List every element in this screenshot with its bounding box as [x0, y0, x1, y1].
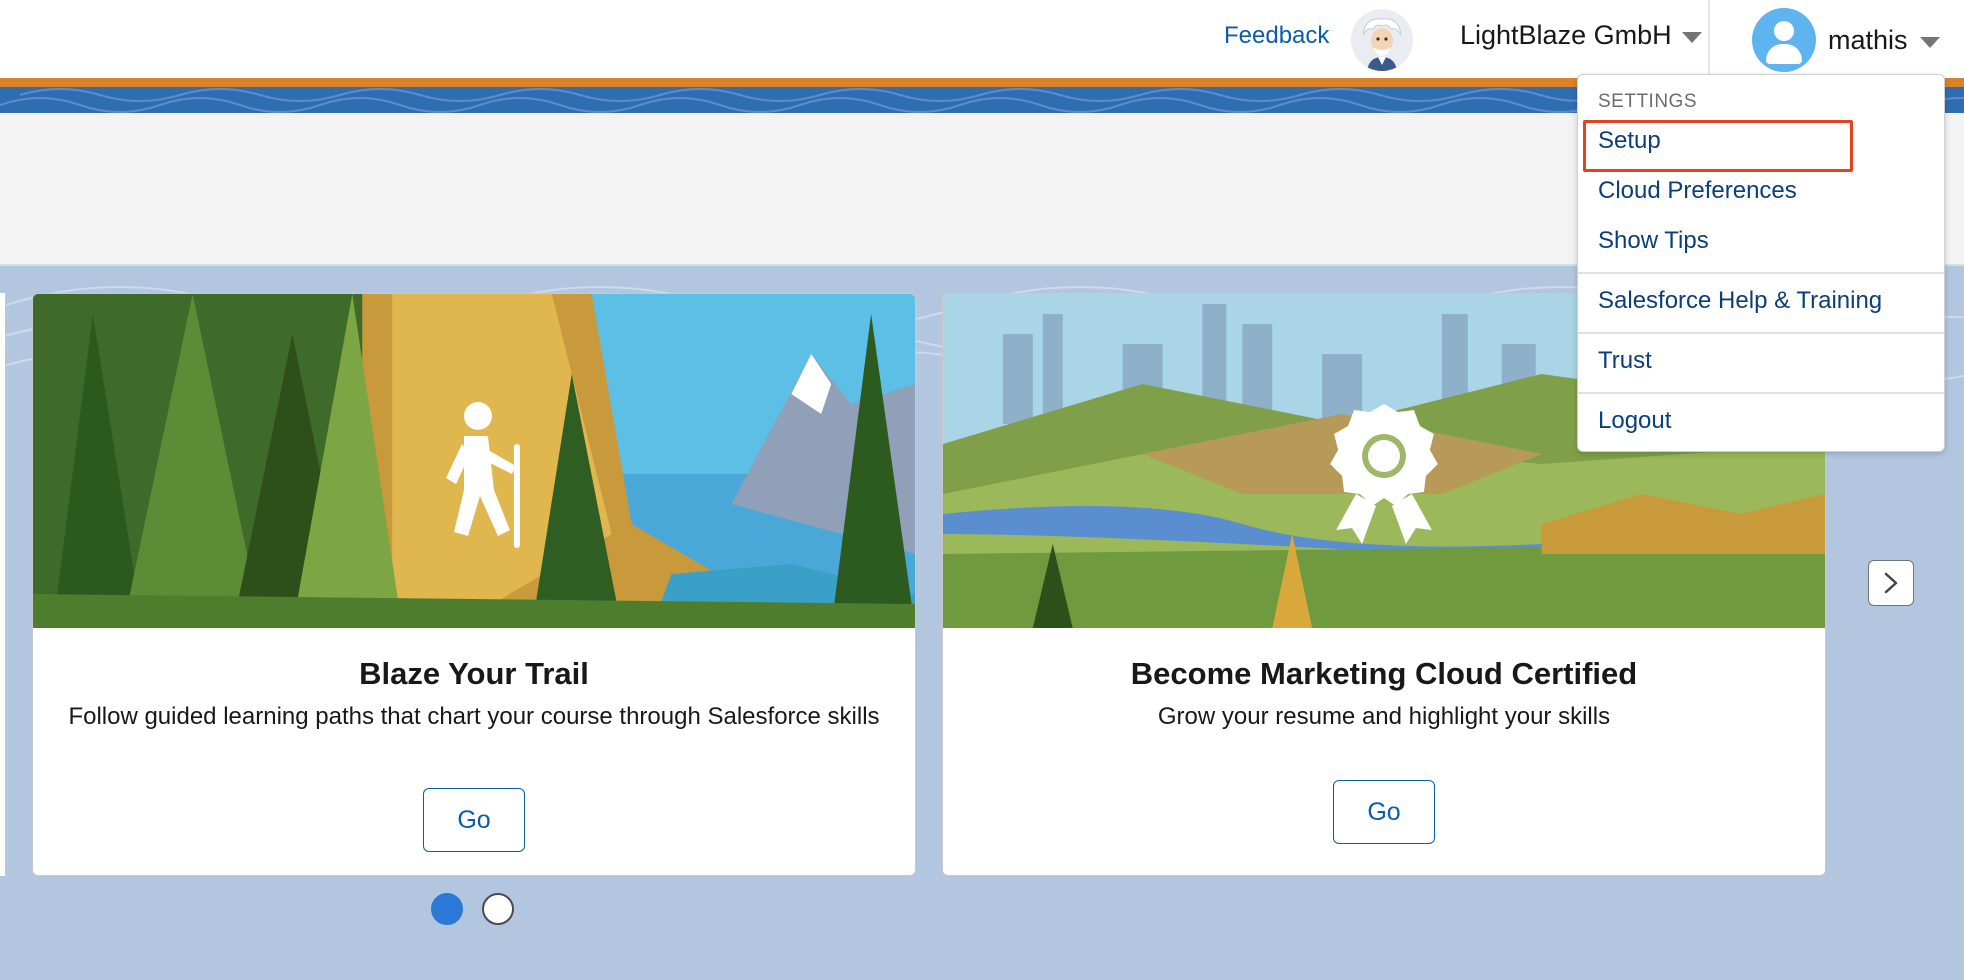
- menu-item-cloud-preferences[interactable]: Cloud Preferences: [1598, 177, 1797, 205]
- org-name: LightBlaze GmbH: [1460, 20, 1672, 50]
- carousel-dot-1[interactable]: [431, 893, 463, 925]
- card-title: Blaze Your Trail: [359, 656, 589, 691]
- menu-divider: [1578, 332, 1944, 334]
- menu-item-show-tips[interactable]: Show Tips: [1598, 227, 1709, 255]
- user-menu-trigger[interactable]: mathis: [1752, 8, 1940, 72]
- feedback-link[interactable]: Feedback: [1224, 22, 1329, 50]
- chevron-right-icon: [1884, 572, 1898, 594]
- carousel-dot-2[interactable]: [482, 893, 514, 925]
- menu-item-help-training[interactable]: Salesforce Help & Training: [1598, 287, 1882, 315]
- card-blaze-your-trail: Blaze Your Trail Follow guided learning …: [32, 293, 916, 876]
- user-avatar-icon: [1752, 8, 1816, 72]
- menu-divider: [1578, 392, 1944, 394]
- header-divider: [1708, 0, 1710, 78]
- menu-item-trust[interactable]: Trust: [1598, 347, 1652, 375]
- card-description: Grow your resume and highlight your skil…: [1157, 703, 1611, 730]
- menu-section-header: SETTINGS: [1598, 91, 1698, 112]
- previous-card-edge: [0, 293, 6, 876]
- trail-illustration: [33, 294, 915, 628]
- go-button[interactable]: Go: [1333, 780, 1435, 844]
- carousel-next-button[interactable]: [1868, 560, 1914, 606]
- card-title: Become Marketing Cloud Certified: [1130, 656, 1638, 691]
- chevron-down-icon: [1919, 36, 1940, 48]
- setup-highlight-box: [1583, 120, 1853, 172]
- menu-item-logout[interactable]: Logout: [1598, 407, 1671, 435]
- card-description: Follow guided learning paths that chart …: [68, 703, 880, 730]
- einstein-avatar-icon[interactable]: [1351, 9, 1413, 71]
- go-button[interactable]: Go: [423, 788, 525, 852]
- global-header: Feedback LightBlaze GmbH mathis: [0, 0, 1964, 78]
- user-name: mathis: [1828, 24, 1908, 55]
- chevron-down-icon: [1681, 32, 1702, 43]
- carousel-indicators: [431, 893, 514, 925]
- org-switcher[interactable]: LightBlaze GmbH: [1460, 20, 1702, 51]
- menu-divider: [1578, 272, 1944, 274]
